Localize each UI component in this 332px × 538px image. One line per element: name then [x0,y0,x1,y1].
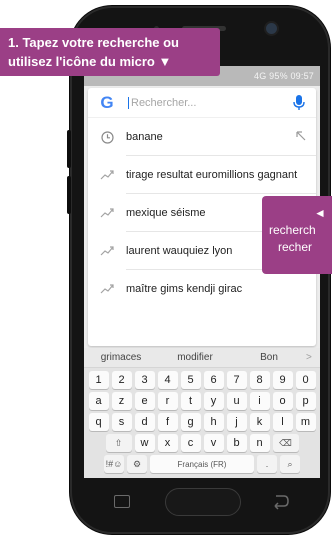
key[interactable]: p [295,392,316,410]
trending-icon [88,246,126,256]
key[interactable]: w [134,434,155,452]
microphone-icon[interactable] [292,95,306,111]
key[interactable]: s [111,413,132,431]
back-arrow-icon[interactable] [270,492,290,510]
instruction-callout-top: 1. Tapez votre recherche ou utilisez l'i… [0,28,220,76]
key[interactable]: 5 [180,371,201,389]
key[interactable]: y [203,392,224,410]
key[interactable]: l [272,413,293,431]
shift-key[interactable]: ⇧ [105,434,132,452]
recent-apps-icon[interactable] [114,495,130,508]
prediction-word[interactable]: modifier [158,352,232,363]
period-key[interactable]: . [257,455,277,473]
search-key[interactable]: ⌕ [280,455,300,473]
key[interactable]: k [249,413,270,431]
key[interactable]: 8 [249,371,270,389]
suggestion-text: banane [126,118,316,156]
search-bar[interactable]: G [88,88,316,118]
search-input[interactable] [128,96,278,109]
key[interactable]: d [134,413,155,431]
key[interactable]: 1 [88,371,109,389]
key[interactable]: e [134,392,155,410]
key[interactable]: 4 [157,371,178,389]
callout-text: utilisez l'icône du micro ▼ [8,54,172,69]
key[interactable]: 0 [295,371,316,389]
suggestion-text: maître gims kendji girac [126,283,243,295]
front-camera [266,23,277,34]
letter-row-2: q s d f g h j k l m [84,413,320,431]
key[interactable]: 9 [272,371,293,389]
key[interactable]: h [203,413,224,431]
tutorial-stage: 4G 95% 09:57 G banane [0,0,332,538]
key[interactable]: 6 [203,371,224,389]
trending-icon [88,208,126,218]
letter-row-3: ⇧ w x c v b n ⌫ [84,434,320,452]
suggestion-text: tirage resultat euromillions gagnant [126,156,316,194]
key[interactable]: 7 [226,371,247,389]
callout-text: recherch [269,223,316,237]
volume-up-button[interactable] [67,130,71,168]
prediction-word[interactable]: Bon [232,352,306,363]
key[interactable]: 2 [111,371,132,389]
key[interactable]: u [226,392,247,410]
left-arrow-icon: ◄ [314,206,326,220]
history-icon [88,130,126,144]
more-predictions-icon[interactable]: > [306,352,320,363]
callout-text: 1. Tapez votre recherche ou [8,35,179,50]
key[interactable]: f [157,413,178,431]
suggestion-item[interactable]: tirage resultat euromillions gagnant [88,156,316,194]
volume-down-button[interactable] [67,176,71,214]
settings-gear-icon[interactable]: ⚙ [127,455,147,473]
key[interactable]: r [157,392,178,410]
trending-icon [88,170,126,180]
key[interactable]: n [249,434,270,452]
symbols-key[interactable]: !#☺ [104,455,124,473]
key[interactable]: i [249,392,270,410]
suggestion-item[interactable]: banane [88,118,316,156]
instruction-callout-right: ◄ recherch recher [262,196,332,274]
google-logo-icon: G [100,92,114,112]
number-row: 1 2 3 4 5 6 7 8 9 0 [84,371,320,389]
callout-text: recher [278,240,313,254]
space-key[interactable]: Français (FR) [150,455,254,473]
fill-query-arrow-icon[interactable] [295,130,306,141]
key[interactable]: v [203,434,224,452]
key[interactable]: b [226,434,247,452]
letter-row-1: a z e r t y u i o p [84,392,320,410]
prediction-word[interactable]: grimaces [84,352,158,363]
key[interactable]: q [88,413,109,431]
key[interactable]: z [111,392,132,410]
navigation-bar [84,480,320,524]
key[interactable]: x [157,434,178,452]
on-screen-keyboard: grimaces modifier Bon > 1 2 3 4 5 6 7 8 … [84,348,320,478]
trending-icon [88,284,126,294]
key[interactable]: g [180,413,201,431]
key[interactable]: m [295,413,316,431]
key[interactable]: a [88,392,109,410]
prediction-bar: grimaces modifier Bon > [84,348,320,368]
key[interactable]: o [272,392,293,410]
key[interactable]: j [226,413,247,431]
key[interactable]: 3 [134,371,155,389]
key[interactable]: t [180,392,201,410]
suggestion-item[interactable]: maître gims kendji girac [88,270,316,308]
home-button[interactable] [165,488,241,516]
backspace-key[interactable]: ⌫ [272,434,299,452]
bottom-key-row: !#☺ ⚙ Français (FR) . ⌕ [84,455,320,473]
key[interactable]: c [180,434,201,452]
